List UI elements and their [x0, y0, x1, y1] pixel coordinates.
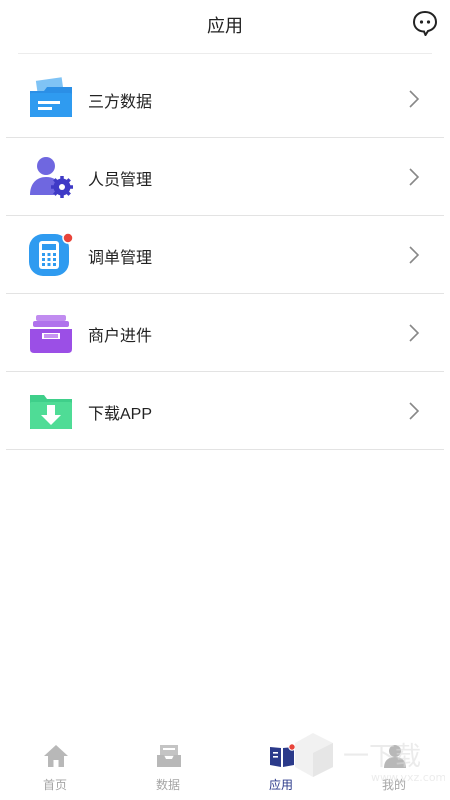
menu-item-download-app[interactable]: 下载APP — [6, 372, 444, 450]
tab-home[interactable]: 首页 — [10, 735, 100, 800]
user-settings-icon — [30, 157, 73, 198]
page-title: 应用 — [207, 16, 243, 36]
document-folder-icon — [30, 77, 72, 117]
svg-text:www.yxz.com: www.yxz.com — [371, 771, 445, 784]
chevron-right-icon — [409, 246, 420, 264]
menu-item-merchant-onboarding[interactable]: 商户进件 — [6, 294, 444, 372]
header-divider — [18, 53, 432, 54]
inbox-icon — [157, 745, 181, 767]
menu-item-label: 人员管理 — [88, 172, 153, 189]
home-icon — [44, 745, 68, 767]
chevron-right-icon — [409, 324, 420, 342]
menu-item-order-management[interactable]: 调单管理 — [6, 216, 444, 294]
menu-item-label: 三方数据 — [88, 94, 153, 111]
chevron-right-icon — [409, 168, 420, 186]
tab-label: 首页 — [42, 778, 67, 792]
menu-item-third-party-data[interactable]: 三方数据 — [6, 60, 444, 138]
calculator-icon — [29, 233, 74, 276]
chevron-right-icon — [409, 90, 420, 108]
chat-icon — [412, 10, 438, 38]
tab-label: 数据 — [155, 778, 180, 792]
header-bar: 应用 — [0, 0, 450, 50]
book-icon — [270, 743, 295, 767]
download-folder-icon — [30, 395, 72, 429]
menu-item-label: 商户进件 — [88, 328, 153, 345]
notification-badge — [62, 233, 74, 244]
inbox-tray-icon — [30, 315, 72, 353]
menu-item-staff-management[interactable]: 人员管理 — [6, 138, 444, 216]
svg-text:一下载: 一下载 — [343, 742, 421, 772]
menu-item-label: 调单管理 — [88, 250, 153, 267]
chat-button[interactable] — [412, 10, 438, 38]
menu-item-label: 下载APP — [88, 406, 153, 423]
tab-data[interactable]: 数据 — [123, 735, 213, 800]
app-menu-list: 三方数据 人员管理 调单管理 商户进件 下载APP — [6, 60, 444, 450]
watermark-logo: 一下载 www.yxz.com — [295, 733, 445, 784]
chevron-right-icon — [409, 402, 420, 420]
